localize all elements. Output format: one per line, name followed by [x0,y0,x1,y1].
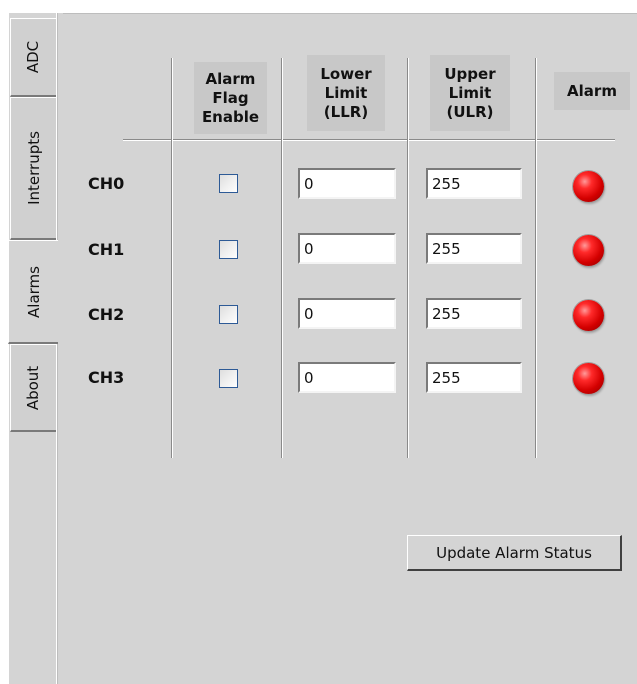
column-divider [281,58,283,458]
channel-label: CH1 [88,240,125,259]
header-alarm-flag-enable: Alarm Flag Enable [194,62,267,134]
alarm-led-icon [573,235,604,266]
channel-label: CH0 [88,174,125,193]
alarm-led-icon [573,171,604,202]
alarm-flag-checkbox[interactable] [219,369,238,388]
lower-limit-input[interactable]: 0 [298,362,396,393]
alarm-flag-checkbox[interactable] [219,240,238,259]
upper-limit-input[interactable]: 255 [426,362,522,393]
alarm-led-icon [573,363,604,394]
tab-panel-edge [56,13,58,684]
lower-limit-input[interactable]: 0 [298,233,396,264]
channel-label: CH3 [88,368,125,387]
tab-interrupts[interactable]: Interrupts [10,97,56,240]
column-divider [171,58,173,458]
alarm-flag-checkbox[interactable] [219,174,238,193]
upper-limit-input[interactable]: 255 [426,233,522,264]
lower-limit-input[interactable]: 0 [298,298,396,329]
header-upper-limit: Upper Limit (ULR) [430,55,510,131]
column-divider [407,58,409,458]
alarm-flag-checkbox[interactable] [219,305,238,324]
column-divider [535,58,537,458]
header-lower-limit: Lower Limit (LLR) [307,55,385,131]
alarm-led-icon [573,300,604,331]
tab-about[interactable]: About [10,344,56,432]
tab-adc[interactable]: ADC [10,18,56,97]
window-top-border [9,13,637,14]
upper-limit-input[interactable]: 255 [426,168,522,199]
tab-adc-label: ADC [24,40,43,74]
channel-label: CH2 [88,305,125,324]
upper-limit-input[interactable]: 255 [426,298,522,329]
tab-about-label: About [24,365,43,410]
lower-limit-input[interactable]: 0 [298,168,396,199]
header-alarm: Alarm [554,72,630,110]
tab-alarms-label: Alarms [24,265,43,318]
update-alarm-status-button[interactable]: Update Alarm Status [407,535,622,571]
header-divider [123,139,615,141]
tab-interrupts-label: Interrupts [24,131,43,205]
tab-alarms[interactable]: Alarms [8,240,58,344]
